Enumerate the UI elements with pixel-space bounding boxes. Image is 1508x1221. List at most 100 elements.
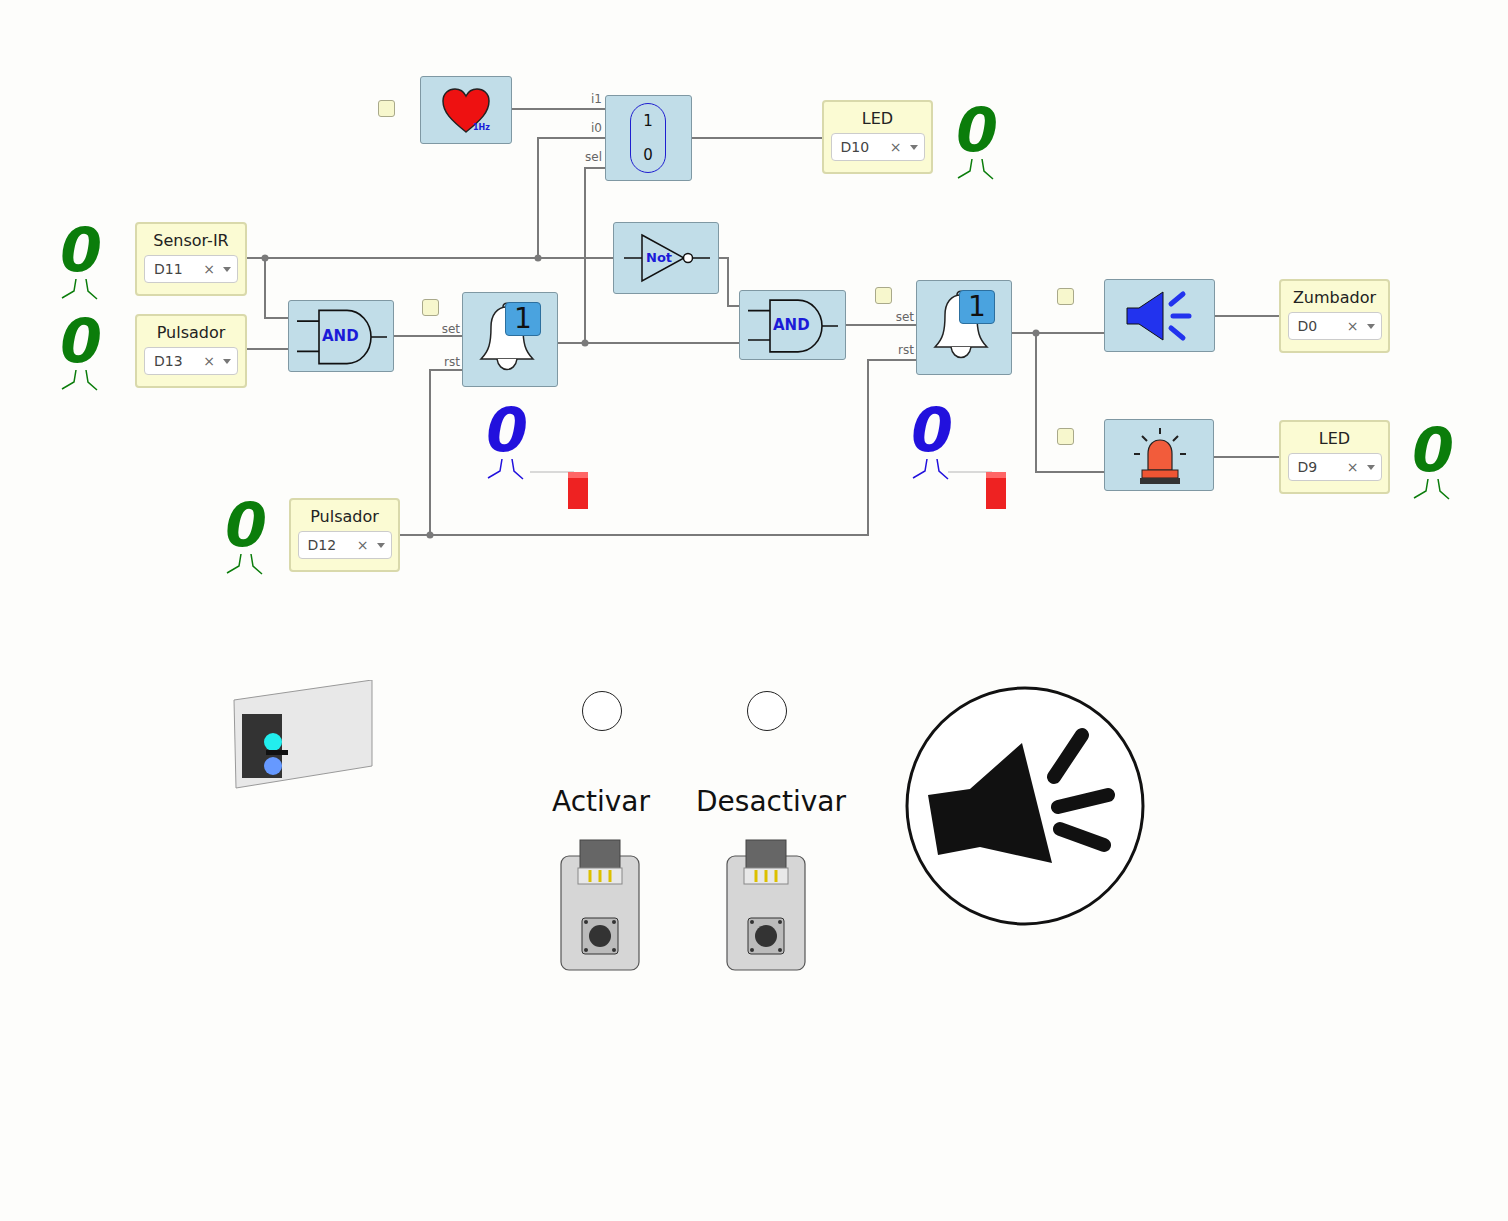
and-gate: AND bbox=[739, 290, 846, 360]
flag bbox=[530, 470, 592, 512]
wires bbox=[0, 0, 1508, 1221]
siren-icon bbox=[1130, 426, 1190, 486]
dropdown-caret-icon[interactable] bbox=[223, 267, 231, 272]
value-indicator: 0 bbox=[1406, 422, 1460, 502]
gate-label: Not bbox=[646, 251, 672, 264]
value-indicator: 0 bbox=[480, 402, 534, 482]
pin-value: D11 bbox=[154, 259, 183, 280]
clock-block: 1Hz bbox=[420, 76, 512, 144]
pin-value: D13 bbox=[154, 351, 183, 372]
dropdown-caret-icon[interactable] bbox=[377, 543, 385, 548]
value-digit: 0 bbox=[956, 102, 998, 159]
legs-icon bbox=[59, 279, 103, 301]
port-label: set bbox=[420, 323, 460, 335]
siren-block bbox=[1104, 419, 1214, 491]
alarm-block: 1 bbox=[462, 292, 558, 387]
pin-select[interactable]: D0 × bbox=[1288, 312, 1382, 340]
legs-icon bbox=[1411, 479, 1455, 501]
and-gate: AND bbox=[288, 300, 394, 372]
clear-pin-button[interactable]: × bbox=[203, 351, 215, 372]
speaker-icon bbox=[1123, 288, 1193, 344]
value-digit: 0 bbox=[911, 402, 953, 459]
pin-select[interactable]: D9 × bbox=[1288, 453, 1382, 481]
pin-block: Zumbador D0 × bbox=[1279, 279, 1390, 353]
legs-icon bbox=[485, 459, 529, 481]
value-digit: 0 bbox=[486, 402, 528, 459]
dropdown-caret-icon[interactable] bbox=[223, 359, 231, 364]
clear-pin-button[interactable]: × bbox=[890, 137, 902, 158]
push-button-icon bbox=[726, 838, 806, 972]
pin-block: Sensor-IR D11 × bbox=[135, 222, 247, 296]
mux-selector: 10 bbox=[630, 103, 666, 173]
flag-icon bbox=[948, 470, 1010, 512]
push-button[interactable] bbox=[726, 838, 806, 972]
value-digit: 0 bbox=[225, 497, 267, 554]
indicator-led bbox=[582, 691, 622, 731]
button-label: Desactivar bbox=[661, 785, 881, 819]
pin-select[interactable]: D12 × bbox=[298, 531, 392, 559]
dropdown-caret-icon[interactable] bbox=[910, 145, 918, 150]
port-label: rst bbox=[874, 344, 914, 356]
clock-input-port bbox=[422, 299, 439, 316]
value-digit: 0 bbox=[60, 313, 102, 370]
value-indicator: 0 bbox=[54, 313, 108, 393]
speaker-output bbox=[904, 685, 1146, 927]
flag-icon bbox=[530, 470, 592, 512]
clock-input-port bbox=[1057, 288, 1074, 305]
value-indicator: 0 bbox=[905, 402, 959, 482]
not-gate: Not bbox=[613, 222, 719, 294]
value-indicator: 0 bbox=[219, 497, 273, 577]
pin-block: LEDD9 × bbox=[1279, 420, 1390, 494]
legs-icon bbox=[910, 459, 954, 481]
clock-input-port bbox=[875, 287, 892, 304]
port-label: rst bbox=[420, 356, 460, 368]
pin-block: Pulsador D12 × bbox=[289, 498, 400, 572]
pin-select[interactable]: D11 × bbox=[144, 255, 238, 283]
alarm-block: 1 bbox=[916, 280, 1012, 375]
pin-value: D10 bbox=[841, 137, 870, 158]
pin-value: D12 bbox=[308, 535, 337, 556]
port-label: i1 bbox=[560, 93, 602, 105]
ir-sensor-picture bbox=[232, 680, 376, 790]
indicator-led bbox=[747, 691, 787, 731]
value-indicator: 0 bbox=[950, 102, 1004, 182]
clear-pin-button[interactable]: × bbox=[357, 535, 369, 556]
buzzer-block bbox=[1104, 279, 1215, 352]
push-button[interactable] bbox=[560, 838, 640, 972]
block-label: Zumbador bbox=[1293, 288, 1376, 307]
block-label: Sensor-IR bbox=[153, 231, 228, 250]
pin-select[interactable]: D13 × bbox=[144, 347, 238, 375]
clear-pin-button[interactable]: × bbox=[1347, 316, 1359, 337]
gate-label: AND bbox=[773, 318, 810, 333]
button-label: Activar bbox=[491, 785, 711, 819]
flag bbox=[948, 470, 1010, 512]
mux-option: 0 bbox=[643, 144, 653, 167]
block-label: LED bbox=[1319, 429, 1350, 448]
port-label: sel bbox=[560, 151, 602, 163]
value-digit: 0 bbox=[60, 222, 102, 279]
alarm-count-badge: 1 bbox=[959, 290, 995, 324]
legs-icon bbox=[955, 159, 999, 181]
legs-icon bbox=[224, 554, 268, 576]
block-label: Pulsador bbox=[157, 323, 226, 342]
dropdown-caret-icon[interactable] bbox=[1367, 324, 1375, 329]
value-indicator: 0 bbox=[54, 222, 108, 302]
block-label: Pulsador bbox=[310, 507, 379, 526]
pin-value: D0 bbox=[1298, 316, 1318, 337]
port-label: i0 bbox=[560, 122, 602, 134]
gate-label: AND bbox=[322, 329, 359, 344]
pin-block: LEDD10× bbox=[822, 100, 933, 174]
clock-input-port bbox=[378, 100, 395, 117]
dropdown-caret-icon[interactable] bbox=[1367, 465, 1375, 470]
pin-select[interactable]: D10 × bbox=[831, 133, 925, 161]
clock-input-port bbox=[1057, 428, 1074, 445]
clear-pin-button[interactable]: × bbox=[1347, 457, 1359, 478]
legs-icon bbox=[59, 370, 103, 392]
clock-frequency: 1Hz bbox=[473, 124, 490, 132]
ir-sensor-icon bbox=[232, 680, 376, 790]
clear-pin-button[interactable]: × bbox=[203, 259, 215, 280]
circuit-canvas: Sensor-IR D11 × 0 Pulsador D13 × 0 Pulsador D12 × 0… bbox=[0, 0, 1508, 1221]
pin-value: D9 bbox=[1298, 457, 1318, 478]
alarm-count-badge: 1 bbox=[505, 302, 541, 336]
port-label: set bbox=[874, 311, 914, 323]
